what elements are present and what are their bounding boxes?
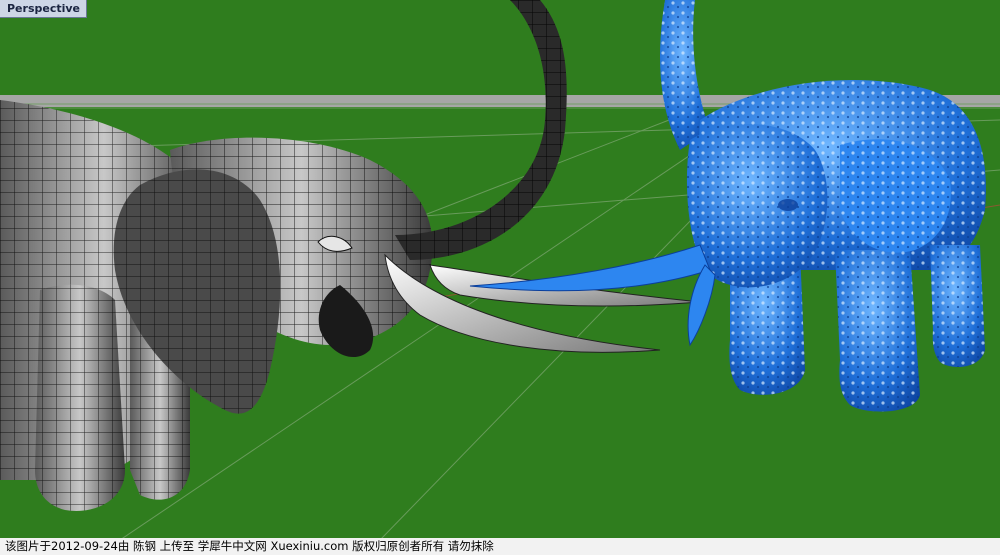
perspective-viewport[interactable]: Perspective bbox=[0, 0, 1000, 538]
viewport-scene[interactable] bbox=[0, 0, 1000, 538]
image-caption: 该图片于2012-09-24由 陈钢 上传至 学犀牛中文网 Xuexiniu.c… bbox=[0, 538, 1000, 555]
viewport-title-label[interactable]: Perspective bbox=[0, 0, 88, 18]
